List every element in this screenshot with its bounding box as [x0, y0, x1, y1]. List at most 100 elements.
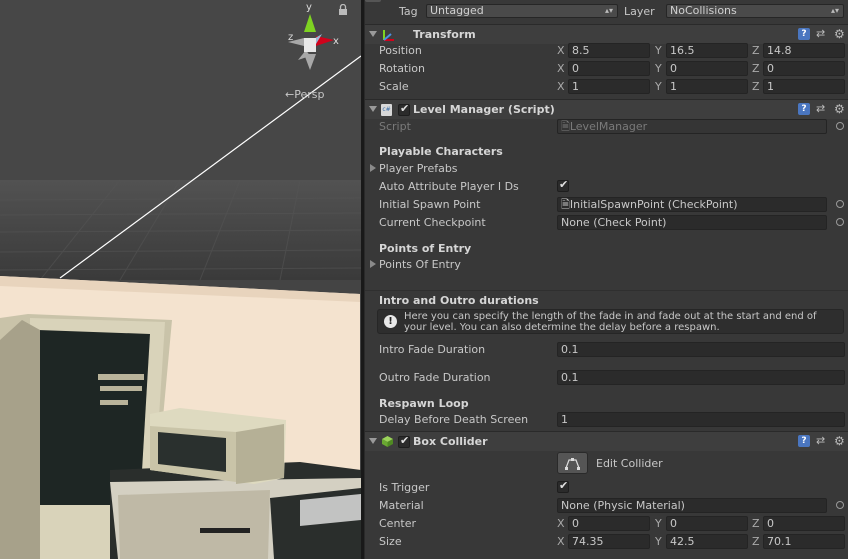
axis-y-label: Y [655, 80, 662, 93]
chevron-down-icon: ▴▾ [830, 6, 839, 15]
initial-spawn-field[interactable]: 🗎InitialSpawnPoint (CheckPoint) [557, 197, 827, 212]
chevron-down-icon: ▴▾ [604, 6, 613, 15]
is-trigger-label: Is Trigger [379, 481, 430, 494]
scale-z-field[interactable]: 1 [763, 79, 845, 94]
edit-collider-button[interactable] [557, 452, 588, 474]
delay-label: Delay Before Death Screen [379, 413, 529, 426]
rotation-y-field[interactable]: 0 [666, 61, 748, 76]
axis-z-label: Z [752, 80, 760, 93]
current-checkpoint-label: Current Checkpoint [379, 216, 486, 229]
gizmo-y-label: y [306, 2, 312, 13]
respawn-loop-heading: Respawn Loop [379, 397, 469, 410]
size-z-field[interactable]: 70.1 [763, 534, 845, 549]
preset-icon[interactable]: ⇄ [816, 435, 828, 447]
fold-arrow-icon[interactable] [369, 106, 377, 112]
is-trigger-checkbox[interactable]: ✔ [557, 479, 569, 493]
intro-fade-field[interactable]: 0.1 [557, 342, 845, 357]
axis-z-label: Z [752, 517, 760, 530]
enabled-checkbox[interactable]: ✔ [398, 102, 410, 116]
outro-fade-label: Outro Fade Duration [379, 371, 491, 384]
axis-x-label: X [557, 535, 565, 548]
intro-outro-heading: Intro and Outro durations [379, 294, 539, 307]
fold-arrow-icon[interactable] [369, 31, 377, 37]
position-x-field[interactable]: 8.5 [568, 43, 650, 58]
axis-y-label: Y [655, 535, 662, 548]
gizmo-z-label: z [288, 32, 294, 43]
transform-title: Transform [413, 28, 476, 41]
position-label: Position [379, 44, 422, 57]
intro-fade-label: Intro Fade Duration [379, 343, 486, 356]
edit-collider-icon [565, 458, 580, 470]
material-field[interactable]: None (Physic Material) [557, 498, 827, 513]
box-collider-header[interactable]: ✔ Box Collider ? ⇄ ⚙ [365, 431, 848, 451]
center-z-field[interactable]: 0 [763, 516, 845, 531]
axis-y-label: Y [655, 62, 662, 75]
help-box: ! Here you can specify the length of the… [377, 309, 844, 334]
scale-x-field[interactable]: 1 [568, 79, 650, 94]
current-checkpoint-field[interactable]: None (Check Point) [557, 215, 827, 230]
box-collider-title: Box Collider [413, 435, 488, 448]
size-y-field[interactable]: 42.5 [666, 534, 748, 549]
outro-fade-field[interactable]: 0.1 [557, 370, 845, 385]
position-z-field[interactable]: 14.8 [763, 43, 845, 58]
layer-dropdown[interactable]: NoCollisions ▴▾ [666, 4, 844, 18]
delay-field[interactable]: 1 [557, 412, 845, 427]
scene-view[interactable]: y x z ←Persp [0, 0, 361, 559]
preset-icon[interactable]: ⇄ [816, 103, 828, 115]
preset-icon[interactable]: ⇄ [816, 28, 828, 40]
gear-icon[interactable]: ⚙ [834, 28, 846, 40]
scene-render [0, 0, 361, 559]
object-picker-icon[interactable] [836, 122, 844, 130]
edit-collider-label: Edit Collider [596, 457, 663, 470]
object-picker-icon[interactable] [836, 218, 844, 226]
position-y-field[interactable]: 16.5 [666, 43, 748, 58]
center-label: Center [379, 517, 417, 530]
enabled-checkbox[interactable]: ✔ [398, 434, 410, 448]
size-x-field[interactable]: 74.35 [568, 534, 650, 549]
center-x-field[interactable]: 0 [568, 516, 650, 531]
auto-attribute-label: Auto Attribute Player I Ds [379, 180, 519, 193]
tag-dropdown[interactable]: Untagged ▴▾ [426, 4, 618, 18]
rotation-z-field[interactable]: 0 [763, 61, 845, 76]
axis-x-label: X [557, 517, 565, 530]
gear-icon[interactable]: ⚙ [834, 435, 846, 447]
axis-z-label: Z [752, 44, 760, 57]
center-y-field[interactable]: 0 [666, 516, 748, 531]
expand-arrow-icon[interactable] [370, 260, 376, 268]
object-picker-icon[interactable] [836, 200, 844, 208]
fold-arrow-icon[interactable] [369, 438, 377, 444]
level-manager-header[interactable]: c# ✔ Level Manager (Script) ? ⇄ ⚙ [365, 99, 848, 119]
tag-label: Tag [399, 5, 418, 18]
divider [365, 290, 848, 291]
object-picker-icon[interactable] [836, 501, 844, 509]
gizmo-x-label: x [333, 36, 339, 47]
lock-icon[interactable] [338, 4, 348, 15]
object-icon [365, 0, 381, 2]
scale-y-field[interactable]: 1 [666, 79, 748, 94]
info-icon: ! [384, 315, 397, 328]
axis-y-label: Y [655, 44, 662, 57]
rotation-x-field[interactable]: 0 [568, 61, 650, 76]
points-of-entry-heading: Points of Entry [379, 242, 472, 255]
rotation-label: Rotation [379, 62, 426, 75]
script-field: 🗎LevelManager [557, 119, 827, 134]
help-icon[interactable]: ? [798, 28, 810, 40]
playable-characters-heading: Playable Characters [379, 145, 503, 158]
transform-header[interactable]: Transform ? ⇄ ⚙ [365, 24, 848, 44]
help-icon[interactable]: ? [798, 103, 810, 115]
expand-arrow-icon[interactable] [370, 164, 376, 172]
player-prefabs-label[interactable]: Player Prefabs [379, 162, 458, 175]
axis-x-label: X [557, 62, 565, 75]
material-label: Material [379, 499, 424, 512]
points-of-entry-label[interactable]: Points Of Entry [379, 258, 461, 271]
initial-spawn-label: Initial Spawn Point [379, 198, 481, 211]
view-mode-label[interactable]: ←Persp [285, 88, 324, 101]
gear-icon[interactable]: ⚙ [834, 103, 846, 115]
scale-label: Scale [379, 80, 409, 93]
axis-z-label: Z [752, 62, 760, 75]
script-label: Script [379, 120, 411, 133]
auto-attribute-checkbox[interactable]: ✔ [557, 178, 569, 192]
inspector-panel: Tag Untagged ▴▾ Layer NoCollisions ▴▾ Tr… [365, 0, 848, 559]
help-icon[interactable]: ? [798, 435, 810, 447]
script-file-icon: c# [381, 104, 392, 116]
